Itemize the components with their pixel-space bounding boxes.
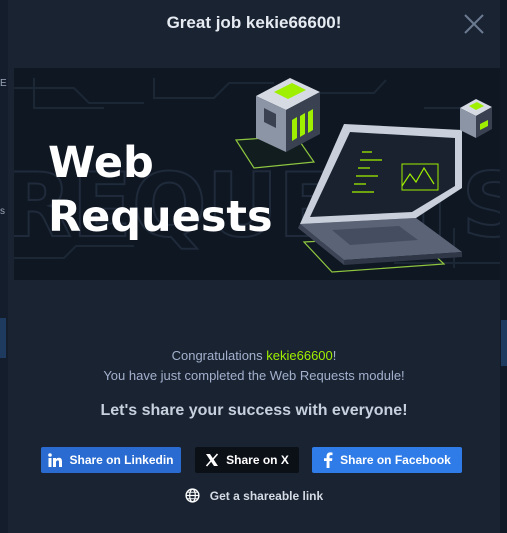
- modal-title: Great job kekie66600!: [166, 13, 342, 32]
- congrats-message: Congratulations kekie66600! You have jus…: [8, 346, 500, 386]
- background-page-left: E s: [0, 0, 8, 533]
- module-name: Web Requests: [48, 136, 273, 244]
- share-x-label: Share on X: [226, 453, 289, 467]
- background-fragment: E: [0, 78, 7, 89]
- share-linkedin-button[interactable]: Share on Linkedin: [41, 447, 181, 473]
- linkedin-icon: [48, 453, 63, 467]
- completion-modal: Great job kekie66600! REQUESTS Web Reque…: [8, 0, 500, 533]
- share-x-button[interactable]: Share on X: [195, 447, 299, 473]
- modal-header: Great job kekie66600!: [8, 0, 500, 48]
- congrats-prefix: Congratulations: [171, 348, 267, 363]
- share-linkedin-label: Share on Linkedin: [69, 453, 174, 467]
- share-heading: Let's share your success with everyone!: [100, 402, 408, 419]
- module-name-line2: Requests: [48, 192, 273, 242]
- background-panel-right: [501, 320, 507, 366]
- close-icon: [464, 14, 484, 34]
- congrats-suffix: !: [332, 348, 337, 363]
- facebook-icon: [323, 452, 333, 468]
- completed-text: You have just completed the Web Requests…: [103, 368, 405, 383]
- module-banner: REQUESTS Web Requests: [14, 68, 500, 280]
- module-name-line1: Web: [48, 138, 154, 188]
- x-icon: [205, 453, 219, 467]
- username: kekie66600: [266, 348, 333, 363]
- background-fragment: s: [0, 206, 5, 217]
- shareable-link-button[interactable]: Get a shareable link: [8, 488, 500, 503]
- share-facebook-button[interactable]: Share on Facebook: [312, 447, 462, 473]
- globe-icon: [185, 488, 200, 503]
- close-button[interactable]: [460, 10, 488, 38]
- share-facebook-label: Share on Facebook: [340, 453, 451, 467]
- shareable-link-label: Get a shareable link: [209, 488, 324, 503]
- background-panel: [0, 318, 6, 358]
- congrats-line: Congratulations kekie66600!: [8, 346, 500, 366]
